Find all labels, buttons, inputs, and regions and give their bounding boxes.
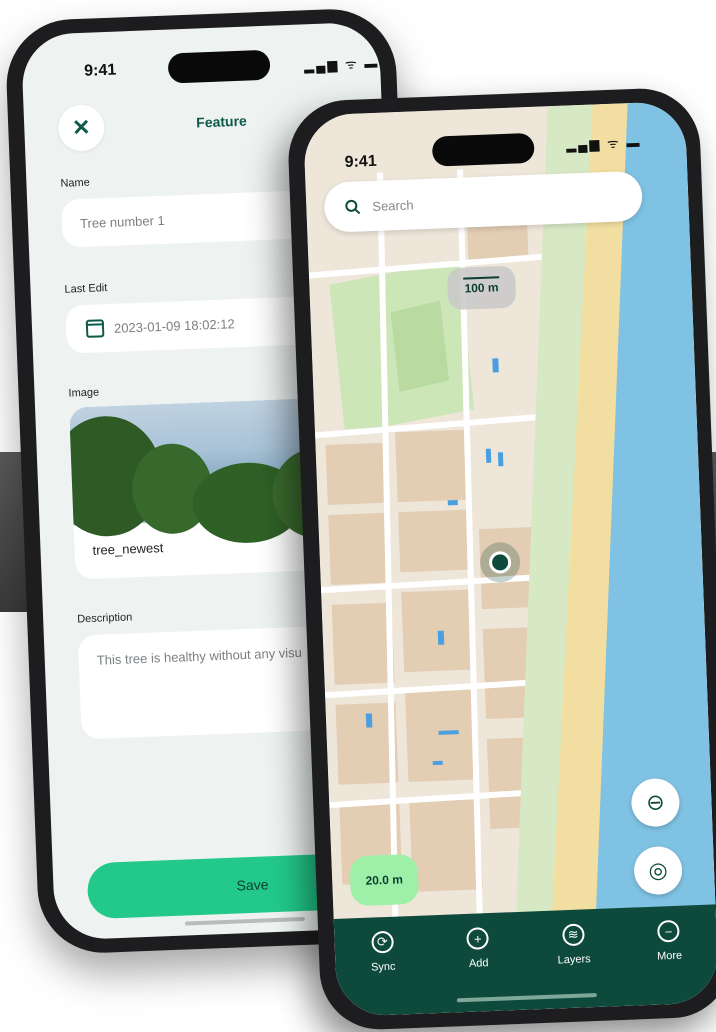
scale-label: 100 m — [464, 280, 499, 296]
last-edit-label: Last Edit — [64, 282, 108, 296]
home-indicator — [184, 916, 305, 926]
scale-bar — [463, 276, 500, 280]
layers-icon: ≋ — [561, 923, 585, 947]
description-label: Description — [76, 611, 133, 626]
nav-item-sync[interactable]: ⟳ Sync — [350, 930, 417, 1016]
image-filename: tree_newest — [92, 540, 164, 558]
search-input[interactable]: Search — [372, 197, 414, 214]
nav-item-more[interactable]: − More — [636, 919, 703, 1005]
close-icon: ✕ — [71, 114, 92, 141]
name-value: Tree number 1 — [79, 212, 166, 231]
location-dot — [488, 550, 512, 574]
calendar-icon — [85, 319, 105, 338]
scale-badge: 100 m — [446, 265, 517, 311]
dynamic-island — [167, 49, 271, 84]
add-icon: + — [466, 927, 490, 950]
name-label: Name — [60, 176, 91, 190]
more-icon: − — [657, 919, 681, 943]
sync-icon: ⟳ — [370, 930, 394, 954]
phone-map: 9:41 ▂▄▆ ᯤ ▬ Search 100 m 20.0 m ⊖ ◎ ⟳ S… — [286, 86, 716, 1032]
status-icons: ▂▄▆ ᯤ ▬ — [565, 134, 642, 153]
last-edit-value: 2023-01-09 18:02:12 — [113, 315, 235, 336]
page-title: Feature — [195, 112, 248, 131]
locate-icon: ◎ — [647, 857, 669, 883]
nav-label: More — [656, 949, 683, 963]
image-label: Image — [68, 386, 100, 400]
close-button[interactable]: ✕ — [57, 104, 106, 152]
status-time: 9:41 — [83, 61, 117, 80]
nav-label: Add — [468, 957, 489, 970]
search-icon — [345, 199, 361, 215]
status-time: 9:41 — [344, 152, 377, 172]
distance-badge: 20.0 m — [349, 853, 420, 907]
dynamic-island — [431, 132, 535, 167]
map-screen: 9:41 ▂▄▆ ᯤ ▬ Search 100 m 20.0 m ⊖ ◎ ⟳ S… — [302, 100, 716, 1017]
nav-label: Sync — [370, 960, 396, 974]
status-icons: ▂▄▆ ᯤ ▬ — [303, 55, 380, 74]
map-park-inner — [390, 300, 450, 393]
zoom-out-icon: ⊖ — [645, 789, 666, 815]
nav-label: Layers — [557, 953, 591, 967]
bottom-nav: ⟳ Sync + Add ≋ Layers − More — [333, 904, 716, 1017]
